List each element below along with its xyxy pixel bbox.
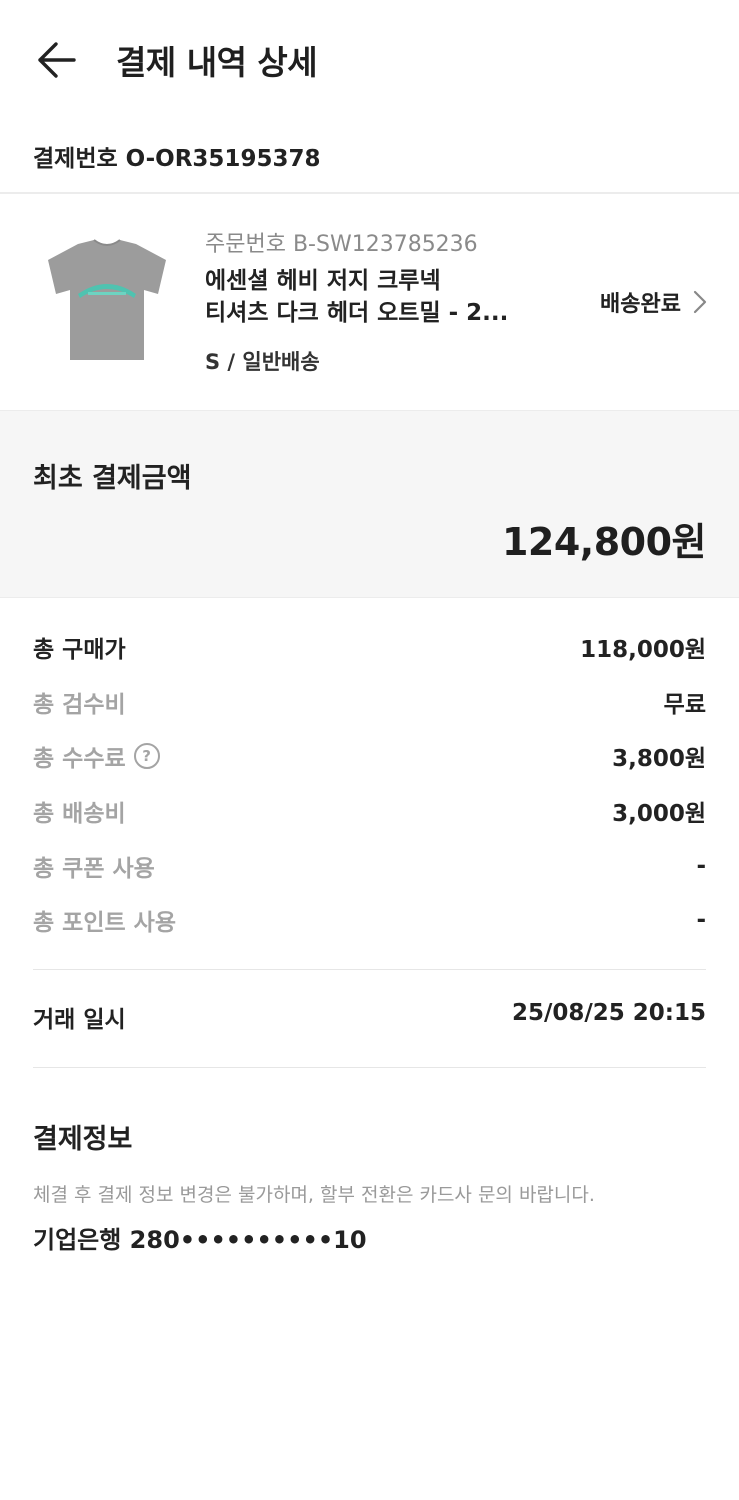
- breakdown-row-shipping: 총 배송비 3,000원: [33, 784, 706, 839]
- trade-datetime-value: 25/08/25 20:15: [511, 1000, 706, 1026]
- coupon-value: -: [696, 852, 706, 879]
- order-number: 주문번호 B-SW123785236: [205, 232, 478, 257]
- breakdown-row-inspection: 총 검수비 무료: [33, 675, 706, 730]
- shipping-fee-value: 3,000원: [612, 801, 706, 828]
- product-name-line2: 티셔츠 다크 헤더 오트밀 - 2...: [205, 300, 509, 326]
- product-thumbnail: [48, 239, 166, 360]
- shipping-fee-label: 총 배송비: [33, 801, 126, 828]
- commission-label-wrap: 총 수수료 ?: [33, 739, 160, 773]
- arrow-left-icon: [38, 42, 76, 78]
- coupon-label: 총 쿠폰 사용: [33, 855, 155, 882]
- purchase-price-value: 118,000원: [580, 637, 706, 664]
- purchase-price-label: 총 구매가: [33, 637, 126, 664]
- initial-payment-label: 최초 결제금액: [33, 463, 192, 494]
- product-name-line1: 에센셜 헤비 저지 크루넥: [205, 268, 441, 294]
- product-card[interactable]: 주문번호 B-SW123785236 에센셜 헤비 저지 크루넥 티셔츠 다크 …: [0, 196, 739, 408]
- inspection-fee-value: 무료: [663, 691, 706, 718]
- divider: [33, 969, 706, 970]
- price-breakdown: 총 구매가 118,000원 총 검수비 무료 총 수수료 ? 3,800원 총…: [33, 620, 706, 948]
- product-name: 에센셜 헤비 저지 크루넥 티셔츠 다크 헤더 오트밀 - 2...: [205, 265, 535, 329]
- trade-datetime-label: 거래 일시: [33, 1007, 126, 1033]
- commission-value: 3,800원: [612, 746, 706, 773]
- commission-label: 총 수수료: [33, 746, 126, 773]
- question-circle-icon[interactable]: ?: [133, 743, 160, 770]
- delivery-status-link[interactable]: 배송완료: [600, 286, 707, 318]
- product-option: S / 일반배송: [205, 350, 320, 374]
- payment-number-value: O-OR35195378: [125, 146, 321, 172]
- breakdown-row-commission: 총 수수료 ? 3,800원: [33, 729, 706, 784]
- breakdown-row-purchase: 총 구매가 118,000원: [33, 620, 706, 675]
- trade-datetime-row: 거래 일시 25/08/25 20:15: [33, 1000, 706, 1034]
- initial-payment-panel: 최초 결제금액 124,800원: [0, 410, 739, 598]
- delivery-status-text: 배송완료: [600, 292, 681, 317]
- breakdown-row-coupon: 총 쿠폰 사용 -: [33, 838, 706, 893]
- payment-number: 결제번호 O-OR35195378: [33, 139, 320, 173]
- page-title: 결제 내역 상세: [116, 43, 318, 82]
- divider: [0, 192, 739, 194]
- point-label: 총 포인트 사용: [33, 910, 176, 937]
- payment-info-title: 결제정보: [33, 1124, 133, 1155]
- payment-info-note: 체결 후 결제 정보 변경은 불가하며, 할부 전환은 카드사 문의 바랍니다.: [33, 1184, 595, 1206]
- payment-method: 기업은행 280••••••••••10: [33, 1226, 367, 1254]
- header-bar: 결제 내역 상세: [0, 0, 739, 118]
- inspection-fee-label: 총 검수비: [33, 691, 126, 718]
- divider: [33, 1067, 706, 1068]
- back-button[interactable]: [30, 34, 82, 86]
- breakdown-row-point: 총 포인트 사용 -: [33, 893, 706, 948]
- payment-number-label: 결제번호: [33, 146, 118, 172]
- initial-payment-amount: 124,800원: [501, 520, 707, 564]
- point-value: -: [696, 907, 706, 934]
- chevron-right-icon: [693, 290, 707, 314]
